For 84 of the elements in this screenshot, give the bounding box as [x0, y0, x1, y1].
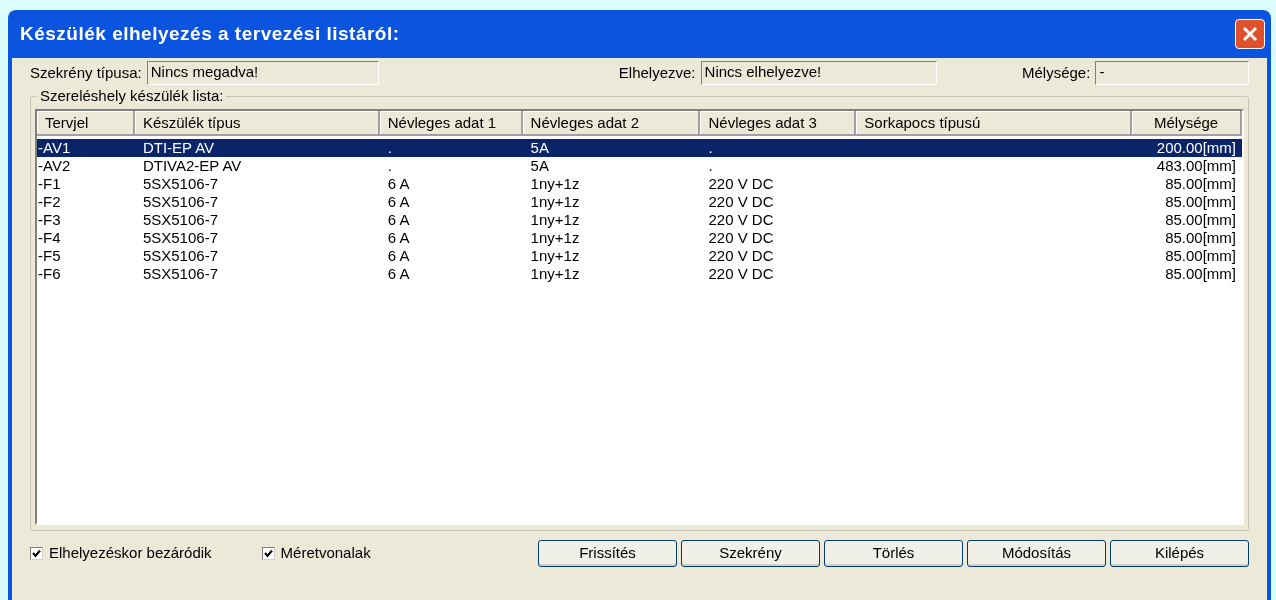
dialog-button[interactable]: Módosítás [967, 539, 1106, 567]
dialog-button[interactable]: Törlés [824, 539, 963, 567]
table-cell: 85.00[mm] [1165, 175, 1236, 192]
dialog-button[interactable]: Frissítés [538, 539, 677, 567]
table-cell: -F2 [38, 193, 61, 210]
table-row[interactable]: -F5 5SX5106-7 6 A 1ny+1z 220 V DC 85.00[mm] [37, 247, 1242, 265]
table-cell: 1ny+1z [530, 265, 580, 282]
table-cell: 220 V DC [708, 175, 774, 192]
table-cell: . [708, 139, 713, 156]
table-cell: 1ny+1z [530, 211, 580, 228]
table-row[interactable]: -F1 5SX5106-7 6 A 1ny+1z 220 V DC 85.00[mm] [37, 175, 1242, 193]
table-cell: 5SX5106-7 [142, 175, 218, 192]
table-cell: 5SX5106-7 [142, 247, 218, 264]
table-cell: 220 V DC [708, 229, 774, 246]
table-cell: -F3 [38, 211, 61, 228]
group-title: Szereléshely készülék lista: [37, 87, 227, 105]
window-title: Készülék elhelyezés a tervezési listáról: [20, 21, 400, 46]
table-cell: 6 A [387, 247, 410, 264]
table-row[interactable]: -F6 5SX5106-7 6 A 1ny+1z 220 V DC 85.00[mm] [37, 265, 1242, 283]
dialog-button[interactable]: Szekrény [681, 539, 820, 567]
read-only-field: Nincs megadva! [146, 61, 379, 85]
column-header[interactable]: Névleges adat 3 [700, 111, 857, 136]
table-cell: 1ny+1z [530, 229, 580, 246]
table-cell: . [387, 157, 392, 174]
table-cell: -F6 [38, 265, 61, 282]
table-cell: 85.00[mm] [1165, 229, 1236, 246]
field-label: Elhelyezve: [618, 62, 696, 83]
table-cell: 483.00[mm] [1156, 157, 1236, 174]
table-cell: 5A [530, 157, 549, 174]
table-row[interactable]: -F3 5SX5106-7 6 A 1ny+1z 220 V DC 85.00[mm] [37, 211, 1242, 229]
table-cell: -AV2 [38, 157, 71, 174]
table-cell: 6 A [387, 193, 410, 210]
close-button[interactable] [1235, 19, 1265, 49]
table-cell: DTIVA2-EP AV [142, 157, 242, 174]
table-cell: -F5 [38, 247, 61, 264]
table-cell: 85.00[mm] [1165, 247, 1236, 264]
table-cell: 6 A [387, 229, 410, 246]
table-cell: 1ny+1z [530, 193, 580, 210]
table-cell: 5SX5106-7 [142, 229, 218, 246]
read-only-field: - [1095, 61, 1249, 85]
table-cell: 200.00[mm] [1156, 139, 1236, 156]
table-cell: 85.00[mm] [1165, 265, 1236, 282]
table-cell: 6 A [387, 175, 410, 192]
table-cell: . [708, 157, 713, 174]
table-cell: -F1 [38, 175, 61, 192]
checkmark-icon [263, 548, 273, 558]
table-cell: 1ny+1z [530, 247, 580, 264]
checkbox-label[interactable]: Elhelyezéskor bezáródik [49, 541, 212, 565]
table-cell: 6 A [387, 265, 410, 282]
checkbox[interactable] [261, 546, 275, 560]
table-row[interactable]: -F4 5SX5106-7 6 A 1ny+1z 220 V DC 85.00[mm] [37, 229, 1242, 247]
close-icon [1242, 26, 1258, 42]
column-header[interactable]: Készülék típus [134, 111, 380, 136]
dialog-button[interactable]: Kilépés [1110, 539, 1249, 567]
column-header[interactable]: Mélysége [1132, 111, 1242, 136]
table-cell: 85.00[mm] [1165, 211, 1236, 228]
table-cell: -AV1 [38, 139, 71, 156]
table-row[interactable]: -AV1 DTI-EP AV . 5A . 200.00[mm] [37, 139, 1242, 157]
column-header[interactable]: Névleges adat 2 [522, 111, 701, 136]
table-cell: 5A [530, 139, 549, 156]
table-cell: 6 A [387, 211, 410, 228]
table-cell: 220 V DC [708, 193, 774, 210]
read-only-field: Nincs elhelyezve! [700, 61, 937, 85]
table-cell: 5SX5106-7 [142, 193, 218, 210]
table-cell: DTI-EP AV [142, 139, 215, 156]
table-cell: 220 V DC [708, 265, 774, 282]
field-label: Mélysége: [1022, 62, 1091, 83]
table-row[interactable]: -AV2 DTIVA2-EP AV . 5A . 483.00[mm] [37, 157, 1242, 175]
table-cell: 5SX5106-7 [142, 211, 218, 228]
table-cell: 5SX5106-7 [142, 265, 218, 282]
table-cell: 1ny+1z [530, 175, 580, 192]
table-cell: . [387, 139, 392, 156]
table-cell: 220 V DC [708, 211, 774, 228]
table-cell: 220 V DC [708, 247, 774, 264]
table-row[interactable]: -F2 5SX5106-7 6 A 1ny+1z 220 V DC 85.00[mm] [37, 193, 1242, 211]
column-header[interactable]: Tervjel [37, 111, 135, 136]
table-cell: 85.00[mm] [1165, 193, 1236, 210]
checkmark-icon [32, 548, 41, 558]
field-label: Szekrény típusa: [30, 62, 142, 83]
table-cell: -F4 [38, 229, 61, 246]
column-header[interactable]: Sorkapocs típusú [856, 111, 1133, 136]
column-header[interactable]: Névleges adat 1 [379, 111, 523, 136]
checkbox-label[interactable]: Méretvonalak [280, 541, 371, 565]
checkbox[interactable] [30, 546, 43, 560]
